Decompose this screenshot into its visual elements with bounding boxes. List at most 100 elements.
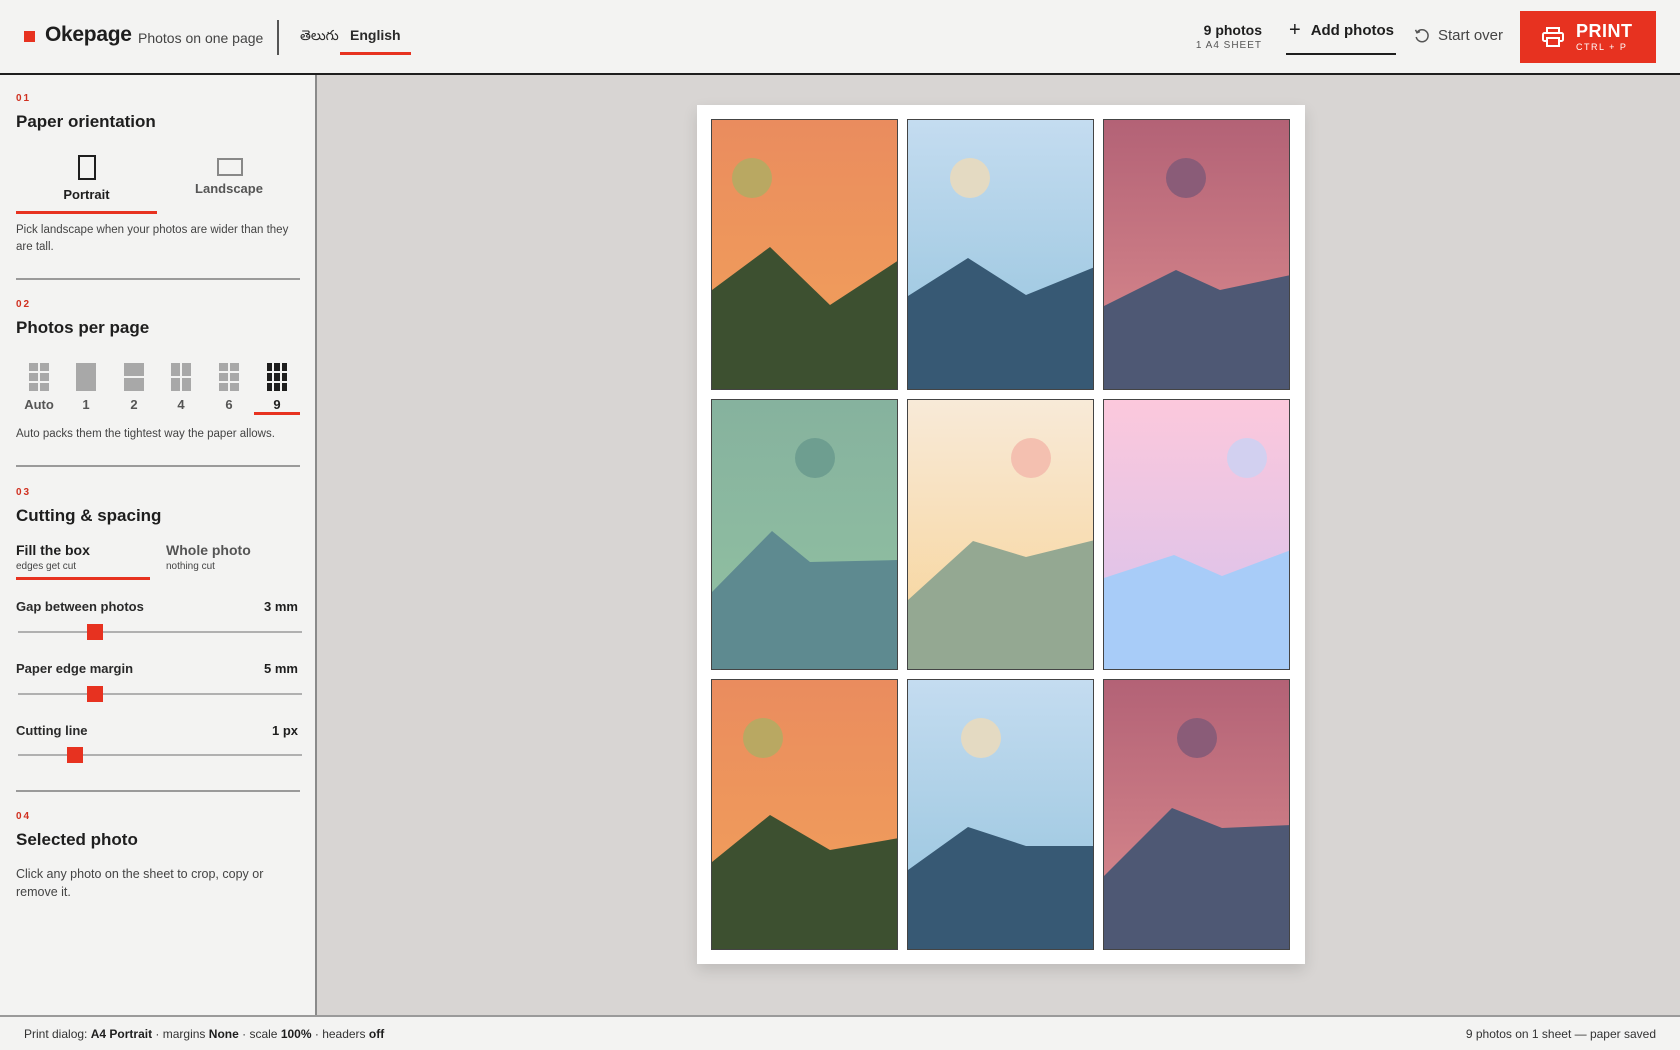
cut-mode-whole[interactable]: Whole photo nothing cut <box>166 542 296 580</box>
section-divider <box>16 278 300 280</box>
plus-icon: + <box>1289 19 1301 41</box>
per-page-label: 1 <box>82 397 90 412</box>
cut-mode-fill-label: Fill the box <box>16 542 90 558</box>
print-scale-label: · scale <box>242 1027 278 1041</box>
photo-tile[interactable] <box>907 679 1094 950</box>
margin-slider-thumb[interactable] <box>86 686 103 702</box>
photo-tile[interactable] <box>711 119 898 390</box>
printer-icon <box>1542 27 1564 47</box>
section-number-selected: 04 <box>16 811 32 822</box>
grid-1-icon <box>76 363 96 391</box>
print-button[interactable]: PRINT CTRL + P <box>1520 11 1656 63</box>
section-title-selected: Selected photo <box>16 830 138 849</box>
print-headers-value: off <box>368 1027 385 1041</box>
sheet-summary: 9 photos on 1 sheet — paper saved <box>1465 1027 1656 1041</box>
print-margins-label: · margins <box>155 1027 206 1041</box>
photo-image <box>1104 680 1289 949</box>
per-page-option-4[interactable]: 4 <box>158 360 204 415</box>
per-page-option-auto[interactable]: Auto <box>16 360 62 415</box>
cut-mode-fill[interactable]: Fill the box edges get cut <box>16 542 150 580</box>
cut-mode-fill-sub: edges get cut <box>16 561 77 572</box>
margin-slider-value: 5 mm <box>264 661 298 676</box>
photo-tile[interactable] <box>1103 399 1290 670</box>
photo-image <box>712 400 897 669</box>
margin-slider-label: Paper edge margin <box>16 661 134 676</box>
start-over-button[interactable]: Start over <box>1414 27 1503 44</box>
app-name: Okepage <box>45 23 132 46</box>
per-page-option-6[interactable]: 6 <box>206 360 252 415</box>
orientation-landscape-label: Landscape <box>195 181 263 196</box>
grid-2-icon <box>124 363 144 391</box>
language-english[interactable]: English <box>340 27 411 55</box>
per-page-option-1[interactable]: 1 <box>63 360 109 415</box>
gap-slider-thumb[interactable] <box>86 624 103 640</box>
logo-mark <box>24 31 35 42</box>
section-title-orientation: Paper orientation <box>16 112 156 131</box>
section-number-per-page: 02 <box>16 299 32 310</box>
add-photos-button[interactable]: + Add photos <box>1286 19 1396 55</box>
cutting-line-slider[interactable] <box>18 747 302 763</box>
cutting-line-slider-label: Cutting line <box>16 723 88 738</box>
section-divider <box>16 465 300 467</box>
photo-sun <box>961 718 1001 758</box>
section-title-cutting: Cutting & spacing <box>16 506 162 525</box>
gap-slider-value: 3 mm <box>264 599 298 614</box>
per-page-label: 6 <box>225 397 233 412</box>
per-page-label: 2 <box>130 397 138 412</box>
start-over-label: Start over <box>1438 27 1504 44</box>
photo-image <box>1104 400 1289 669</box>
photo-tile[interactable] <box>711 679 898 950</box>
photo-tile[interactable] <box>1103 119 1290 390</box>
per-page-label: Auto <box>24 397 54 412</box>
per-page-label: 9 <box>273 397 281 412</box>
landscape-icon <box>217 158 243 176</box>
cut-mode-whole-label: Whole photo <box>166 542 251 558</box>
photo-sun <box>1177 718 1217 758</box>
per-page-option-2[interactable]: 2 <box>111 360 157 415</box>
portrait-icon <box>78 155 96 180</box>
photo-sun <box>1227 438 1267 478</box>
photo-sun <box>1166 158 1206 198</box>
section-number-cutting: 03 <box>16 487 32 498</box>
orientation-portrait-option[interactable]: Portrait <box>16 155 157 214</box>
grid-4-icon <box>171 363 191 391</box>
print-dialog-summary: Print dialog: A4 Portrait · margins None… <box>24 1027 384 1041</box>
photo-tile[interactable] <box>907 399 1094 670</box>
photo-sun <box>1011 438 1051 478</box>
photo-tile[interactable] <box>711 399 898 670</box>
status-bar: Print dialog: A4 Portrait · margins None… <box>0 1015 1680 1050</box>
photo-image <box>712 120 897 389</box>
add-photos-label: Add photos <box>1310 22 1395 39</box>
top-bar: Okepage Photos on one page తెలుగు Englis… <box>0 0 1680 75</box>
photo-sun <box>795 438 835 478</box>
print-shortcut: CTRL + P <box>1576 42 1628 52</box>
grid-6-icon <box>219 363 239 391</box>
print-paper-value: A4 Portrait <box>90 1027 153 1041</box>
language-telugu[interactable]: తెలుగు <box>300 27 339 55</box>
settings-sidebar: 01 Paper orientation Portrait Landscape … <box>0 75 317 1015</box>
photo-tile[interactable] <box>1103 679 1290 950</box>
gap-slider[interactable] <box>18 624 302 640</box>
cutting-line-slider-thumb[interactable] <box>66 747 83 763</box>
grid-9-icon <box>267 363 287 391</box>
photo-image <box>1104 120 1289 389</box>
per-page-option-9[interactable]: 9 <box>254 360 300 415</box>
photo-image <box>908 680 1093 949</box>
gap-slider-label: Gap between photos <box>16 599 144 614</box>
preview-canvas <box>317 75 1680 1015</box>
orientation-landscape-option[interactable]: Landscape <box>158 155 300 213</box>
photo-image <box>712 680 897 949</box>
per-page-hint: Auto packs them the tightest way the pap… <box>16 428 275 440</box>
orientation-hint: Pick landscape when your photos are wide… <box>16 224 289 253</box>
refresh-icon <box>1414 28 1429 42</box>
app-tagline: Photos on one page <box>138 30 264 46</box>
selected-photo-hint: Click any photo on the sheet to crop, co… <box>16 867 264 899</box>
print-headers-label: · headers <box>314 1027 366 1041</box>
photo-image <box>908 400 1093 669</box>
photo-sun <box>732 158 772 198</box>
photo-tile[interactable] <box>907 119 1094 390</box>
margin-slider[interactable] <box>18 686 302 702</box>
section-title-per-page: Photos per page <box>16 318 150 337</box>
section-divider <box>16 790 300 792</box>
print-margins-value: None <box>208 1027 239 1041</box>
